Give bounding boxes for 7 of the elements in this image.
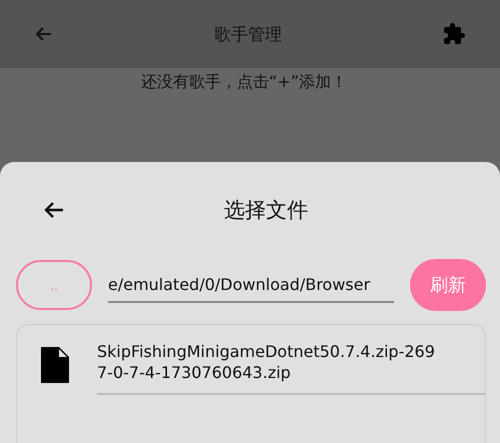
empty-message: 还没有歌手，点击“+”添加！ bbox=[141, 72, 347, 93]
file-name[interactable]: SkipFishingMinigameDotnet50.7.4.zip-2697-0-7-4-1730760643.zip bbox=[97, 341, 485, 395]
file-icon[interactable] bbox=[41, 347, 69, 383]
dialog-title: 选择文件 bbox=[224, 197, 308, 224]
path-field[interactable]: e/emulated/0/Download/Browser bbox=[108, 267, 394, 303]
puzzle-icon[interactable] bbox=[442, 22, 466, 46]
app-bar-title: 歌手管理 bbox=[214, 24, 282, 46]
